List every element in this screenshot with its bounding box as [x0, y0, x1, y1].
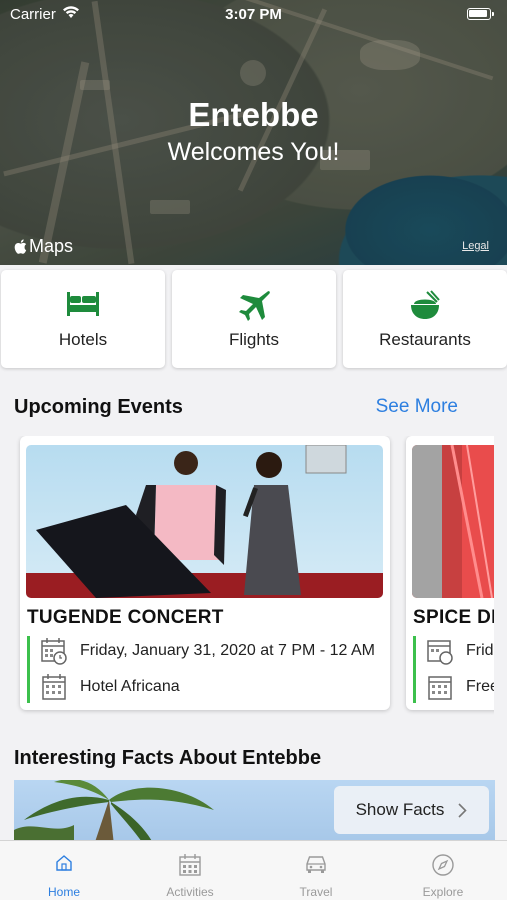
compass-icon [432, 854, 454, 876]
apple-icon [14, 239, 27, 254]
airplane-icon [239, 291, 270, 321]
car-icon [306, 856, 326, 873]
event-venue-row: Hotel Africana [40, 673, 180, 701]
tab-explore-label: Explore [422, 885, 464, 899]
event-title: TUGENDE CONCERT [27, 607, 224, 628]
event-date: Frid [466, 642, 494, 659]
see-more-link[interactable]: See More [376, 396, 458, 418]
rice-bowl-icon [411, 290, 440, 319]
event-accent-bar [27, 636, 30, 703]
tab-home[interactable]: Home [1, 841, 127, 900]
event-venue: Hotel Africana [80, 678, 180, 695]
facts-title: Interesting Facts About Entebbe [14, 747, 322, 769]
flights-label: Flights [228, 330, 280, 349]
flights-tile[interactable]: Flights [172, 270, 336, 368]
legal-link[interactable]: Legal [462, 240, 489, 252]
city-title: Entebbe [188, 96, 319, 133]
event-venue: Free [466, 678, 494, 695]
building-icon [428, 676, 452, 700]
tab-explore[interactable]: Explore [380, 841, 506, 900]
event-title: SPICE DI [413, 607, 494, 628]
tab-home-label: Home [47, 885, 80, 899]
tab-travel-label: Travel [299, 885, 333, 899]
event-date: Friday, January 31, 2020 at 7 PM - 12 AM [80, 642, 375, 659]
tab-bar: Home Activities Travel Explore [0, 840, 507, 900]
event-card[interactable]: TUGENDE CONCERT Friday, January 31, 2020… [20, 436, 390, 710]
event-photo [412, 445, 494, 598]
calendar-icon [179, 854, 201, 876]
maps-label: Maps [29, 236, 74, 256]
tab-activities[interactable]: Activities [127, 841, 253, 900]
chevron-right-icon [458, 802, 468, 818]
event-accent-bar [413, 636, 416, 703]
bed-icon [67, 292, 99, 316]
status-bar: Carrier 3:07 PM [0, 0, 507, 28]
upcoming-events-title: Upcoming Events [14, 396, 183, 418]
show-facts-button[interactable]: Show Facts [334, 786, 489, 834]
show-facts-label: Show Facts [355, 800, 445, 819]
home-icon [56, 855, 72, 871]
restaurants-label: Restaurants [379, 330, 471, 349]
hotels-tile[interactable]: Hotels [1, 270, 165, 368]
event-photo [26, 445, 383, 598]
battery-icon [467, 8, 494, 20]
event-date-row: Friday, January 31, 2020 at 7 PM - 12 AM [40, 637, 375, 665]
building-icon [42, 674, 66, 700]
restaurants-tile[interactable]: Restaurants [343, 270, 507, 368]
calendar-clock-icon [427, 640, 453, 665]
category-tiles: Hotels Flights Restaurants [0, 270, 507, 370]
event-date-row: Frid [426, 637, 494, 665]
events-carousel[interactable]: TUGENDE CONCERT Friday, January 31, 2020… [0, 436, 494, 716]
welcome-subtitle: Welcomes You! [167, 138, 340, 166]
event-venue-row: Free [426, 673, 494, 701]
event-card[interactable]: SPICE DI Frid Free [406, 436, 494, 710]
hotels-label: Hotels [58, 330, 108, 349]
status-time: 3:07 PM [225, 6, 282, 23]
map-hero[interactable]: Carrier 3:07 PM Entebbe Welcomes You! Ma… [0, 0, 507, 265]
calendar-clock-icon [41, 638, 67, 665]
tab-activities-label: Activities [166, 885, 214, 899]
tab-travel[interactable]: Travel [253, 841, 379, 900]
maps-logo: Maps [14, 236, 73, 257]
